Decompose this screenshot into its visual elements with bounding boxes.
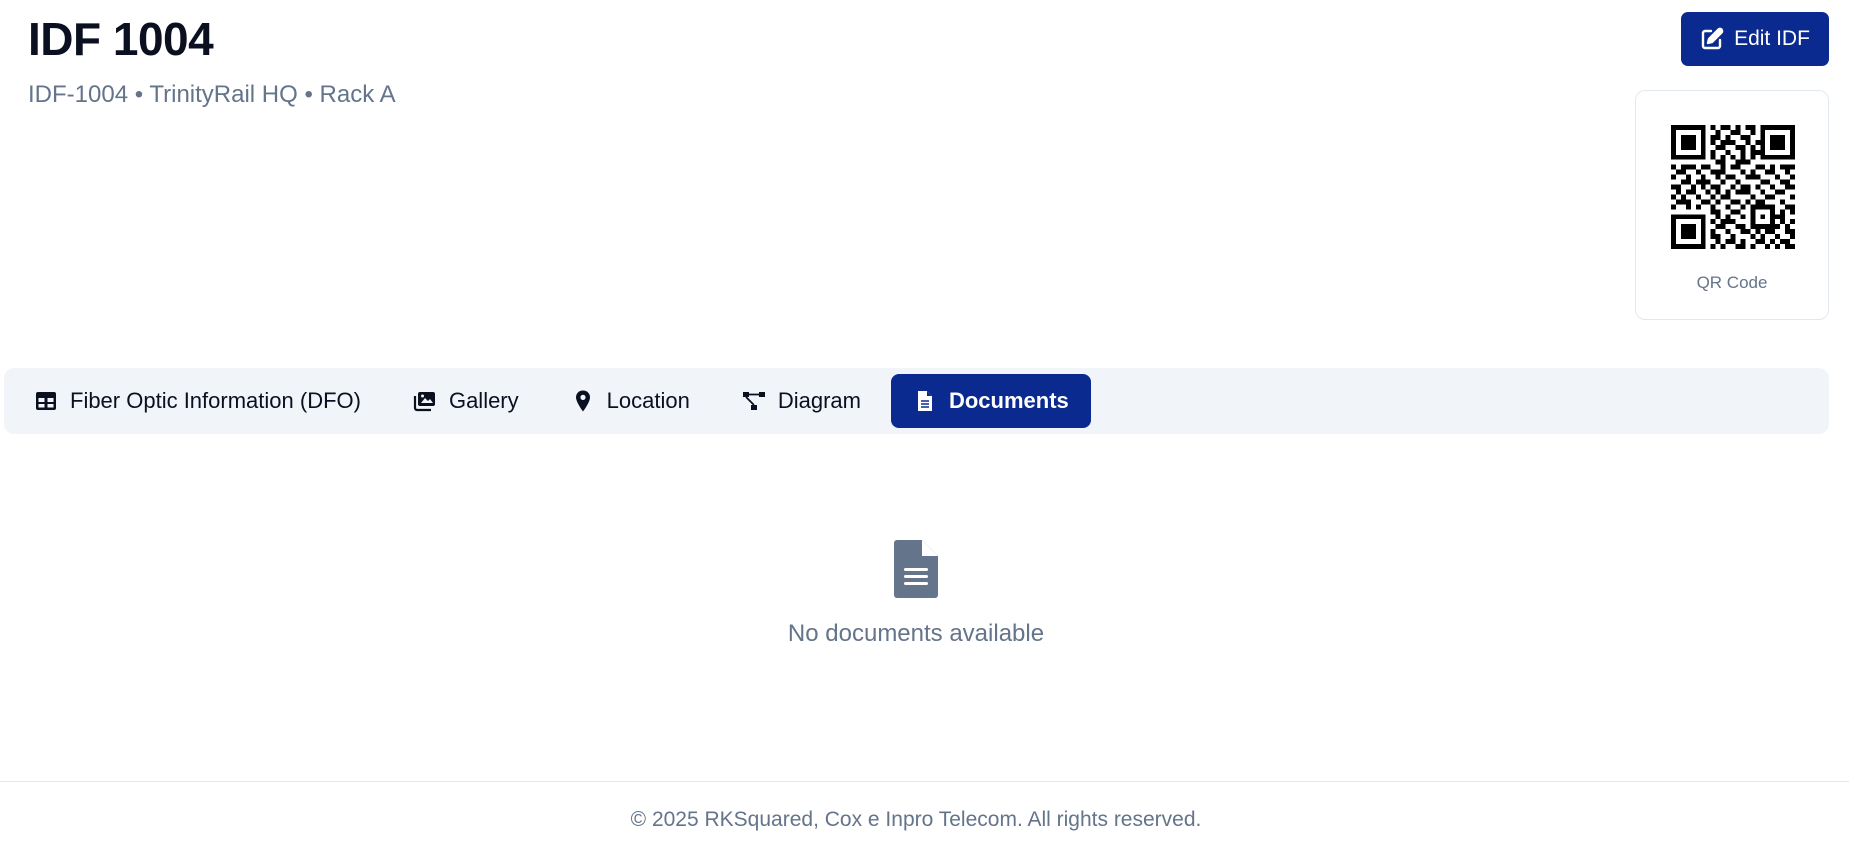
diagram-icon (742, 392, 765, 410)
footer-copyright: © 2025 RKSquared, Cox e Inpro Telecom. A… (630, 808, 1202, 831)
tab-fiber-optic-information[interactable]: Fiber Optic Information (DFO) (12, 374, 383, 428)
edit-icon (1701, 27, 1724, 50)
qr-code-image (1671, 125, 1795, 249)
page-title: IDF 1004 (28, 13, 214, 65)
document-icon (894, 540, 938, 598)
tab-gallery[interactable]: Gallery (391, 374, 541, 428)
tab-label: Gallery (448, 388, 519, 413)
images-icon (413, 392, 435, 412)
tab-label: Fiber Optic Information (DFO) (70, 388, 361, 413)
document-icon (917, 391, 932, 411)
qr-code-label: QR Code (1696, 273, 1768, 292)
map-pin-icon (575, 390, 590, 412)
tab-documents[interactable]: Documents (890, 374, 1091, 428)
tab-bar: Fiber Optic Information (DFO) Gallery Lo… (4, 368, 1829, 434)
edit-idf-label: Edit IDF (1734, 27, 1810, 50)
documents-empty-state: No documents available (0, 540, 1832, 648)
tab-diagram[interactable]: Diagram (720, 374, 883, 428)
table-icon (36, 392, 56, 410)
qr-code-card: QR Code (1635, 90, 1829, 320)
edit-idf-button[interactable]: Edit IDF (1681, 12, 1829, 66)
footer: © 2025 RKSquared, Cox e Inpro Telecom. A… (0, 781, 1849, 847)
empty-state-message: No documents available (787, 620, 1045, 647)
tab-label: Documents (948, 388, 1069, 413)
tab-label: Location (606, 388, 690, 413)
tab-label: Diagram (777, 388, 861, 413)
page-subtitle: IDF-1004 • TrinityRail HQ • Rack A (28, 81, 396, 108)
idf-detail-page: IDF 1004 IDF-1004 • TrinityRail HQ • Rac… (0, 0, 1849, 847)
tab-location[interactable]: Location (549, 374, 712, 428)
